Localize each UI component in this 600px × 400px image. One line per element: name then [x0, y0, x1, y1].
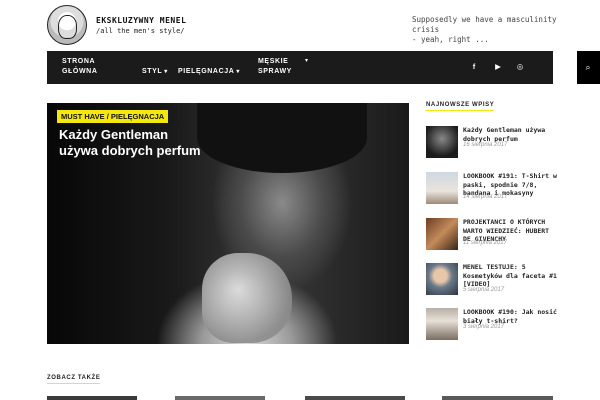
hero-image-detail: [202, 253, 292, 343]
related-post-thumbnail[interactable]: [175, 396, 265, 400]
nav-item-style[interactable]: STYL ▾: [142, 67, 168, 77]
site-tagline: /all the men's style/: [96, 27, 185, 35]
post-title[interactable]: LOOKBOOK #190: Jak nosić biały t-shirt?: [463, 308, 558, 325]
nav-item-label: SPRAWY: [258, 68, 292, 75]
featured-post[interactable]: MUST HAVE / PIELĘGNACJA Każdy Gentleman …: [47, 103, 409, 344]
header-quote: Supposedly we have a masculinity crisis …: [412, 15, 557, 45]
list-item[interactable]: LOOKBOOK #191: T-Shirt w paski, spodnie …: [426, 172, 557, 206]
list-item[interactable]: LOOKBOOK #190: Jak nosić biały t-shirt? …: [426, 308, 558, 342]
post-date: 11 sierpnia 2017: [463, 240, 507, 246]
nav-item-home[interactable]: STRONA GŁÓWNA: [62, 57, 97, 77]
chevron-down-icon: ▾: [164, 69, 168, 75]
chevron-down-icon: ▾: [305, 58, 309, 64]
quote-line: crisis: [412, 25, 440, 34]
related-post-thumbnail[interactable]: [442, 396, 553, 400]
post-date: 16 sierpnia 2017: [463, 142, 508, 148]
title-line: używa dobrych perfum: [59, 143, 201, 158]
title-line: Każdy Gentleman: [59, 127, 169, 142]
list-item[interactable]: MENEL TESTUJE: 5 Kosmetyków dla faceta #…: [426, 263, 558, 297]
recent-posts-heading: NAJNOWSZE WPISY: [426, 102, 495, 111]
main-navigation: STRONA GŁÓWNA STYL ▾ PIELĘGNACJA ▾ MĘSKIE …: [47, 51, 600, 84]
post-thumbnail[interactable]: [426, 126, 458, 158]
youtube-icon[interactable]: ▶: [493, 62, 503, 72]
nav-item-label: STRONA: [62, 58, 96, 65]
post-thumbnail[interactable]: [426, 172, 458, 204]
featured-post-title[interactable]: Każdy Gentleman używa dobrych perfum: [59, 127, 201, 159]
list-item[interactable]: PROJEKTANCI O KTÓRYCH WARTO WIEDZIEĆ: HU…: [426, 218, 556, 252]
post-thumbnail[interactable]: [426, 308, 458, 340]
site-title[interactable]: EKSKLUZYWNY MENEL: [96, 16, 186, 25]
related-post-thumbnail[interactable]: [47, 396, 137, 400]
nav-item-label: GŁÓWNA: [62, 68, 98, 75]
post-title[interactable]: Każdy Gentleman używa dobrych perfum: [463, 126, 558, 143]
facebook-icon[interactable]: f: [469, 62, 479, 72]
post-thumbnail[interactable]: [426, 263, 458, 295]
site-logo[interactable]: [47, 5, 87, 45]
post-title[interactable]: MENEL TESTUJE: 5 Kosmetyków dla faceta #…: [463, 263, 558, 289]
post-date: 14 sierpnia 2017: [463, 194, 508, 200]
list-item[interactable]: Każdy Gentleman używa dobrych perfum 16 …: [426, 126, 556, 160]
related-post-thumbnail[interactable]: [305, 396, 405, 400]
hero-image-detail: [197, 103, 367, 173]
chevron-down-icon: ▾: [236, 69, 241, 75]
nav-item-grooming[interactable]: PIELĘGNACJA ▾: [178, 67, 240, 77]
post-date: 5 sierpnia 2017: [463, 287, 505, 293]
see-also-heading: ZOBACZ TAKŻE: [47, 375, 101, 384]
quote-line: Supposedly we have a masculinity: [412, 15, 557, 24]
nav-item-mens-matters[interactable]: MĘSKIE SPRAWY: [258, 57, 292, 77]
search-button[interactable]: ⌕: [577, 51, 600, 84]
nav-item-label: PIELĘGNACJA: [178, 68, 235, 75]
post-thumbnail[interactable]: [426, 218, 458, 250]
category-badge[interactable]: MUST HAVE / PIELĘGNACJA: [57, 110, 169, 123]
post-date: 3 sierpnia 2017: [463, 324, 505, 330]
search-icon: ⌕: [585, 62, 591, 72]
nav-item-label: STYL: [142, 68, 163, 75]
nav-item-label: MĘSKIE: [258, 58, 289, 65]
quote-line: - yeah, right ...: [412, 35, 489, 44]
instagram-icon[interactable]: ◎: [515, 62, 525, 72]
